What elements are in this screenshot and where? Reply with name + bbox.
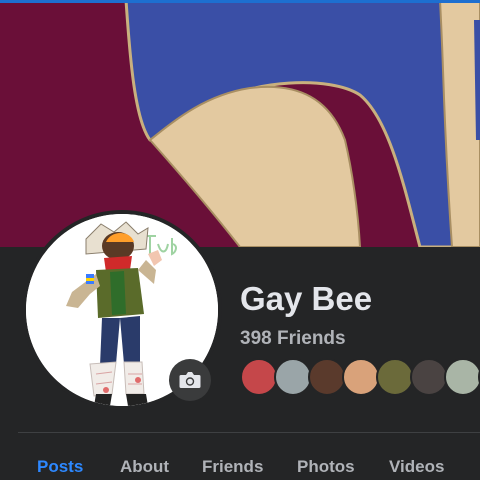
camera-icon	[179, 372, 201, 388]
friend-avatar[interactable]	[410, 358, 448, 396]
tab-photos[interactable]: Photos	[297, 457, 355, 477]
change-profile-photo-button[interactable]	[169, 359, 211, 401]
cover-top-accent	[0, 0, 480, 3]
profile-name: Gay Bee	[240, 280, 373, 317]
profile-tabs: Posts About Friends Photos Videos	[0, 457, 480, 480]
friend-avatar[interactable]	[308, 358, 346, 396]
friend-avatar[interactable]	[342, 358, 380, 396]
cover-artwork	[0, 0, 480, 247]
tab-about[interactable]: About	[120, 457, 169, 477]
tab-posts[interactable]: Posts	[37, 457, 83, 477]
friend-avatar[interactable]	[240, 358, 278, 396]
tab-friends[interactable]: Friends	[202, 457, 263, 477]
cover-photo[interactable]	[0, 0, 480, 247]
friend-avatar[interactable]	[444, 358, 480, 396]
section-divider	[18, 432, 480, 433]
friends-count[interactable]: 398 Friends	[240, 328, 346, 350]
friend-avatar[interactable]	[274, 358, 312, 396]
friend-avatars-row[interactable]	[240, 358, 480, 396]
tab-videos[interactable]: Videos	[389, 457, 444, 477]
friend-avatar[interactable]	[376, 358, 414, 396]
